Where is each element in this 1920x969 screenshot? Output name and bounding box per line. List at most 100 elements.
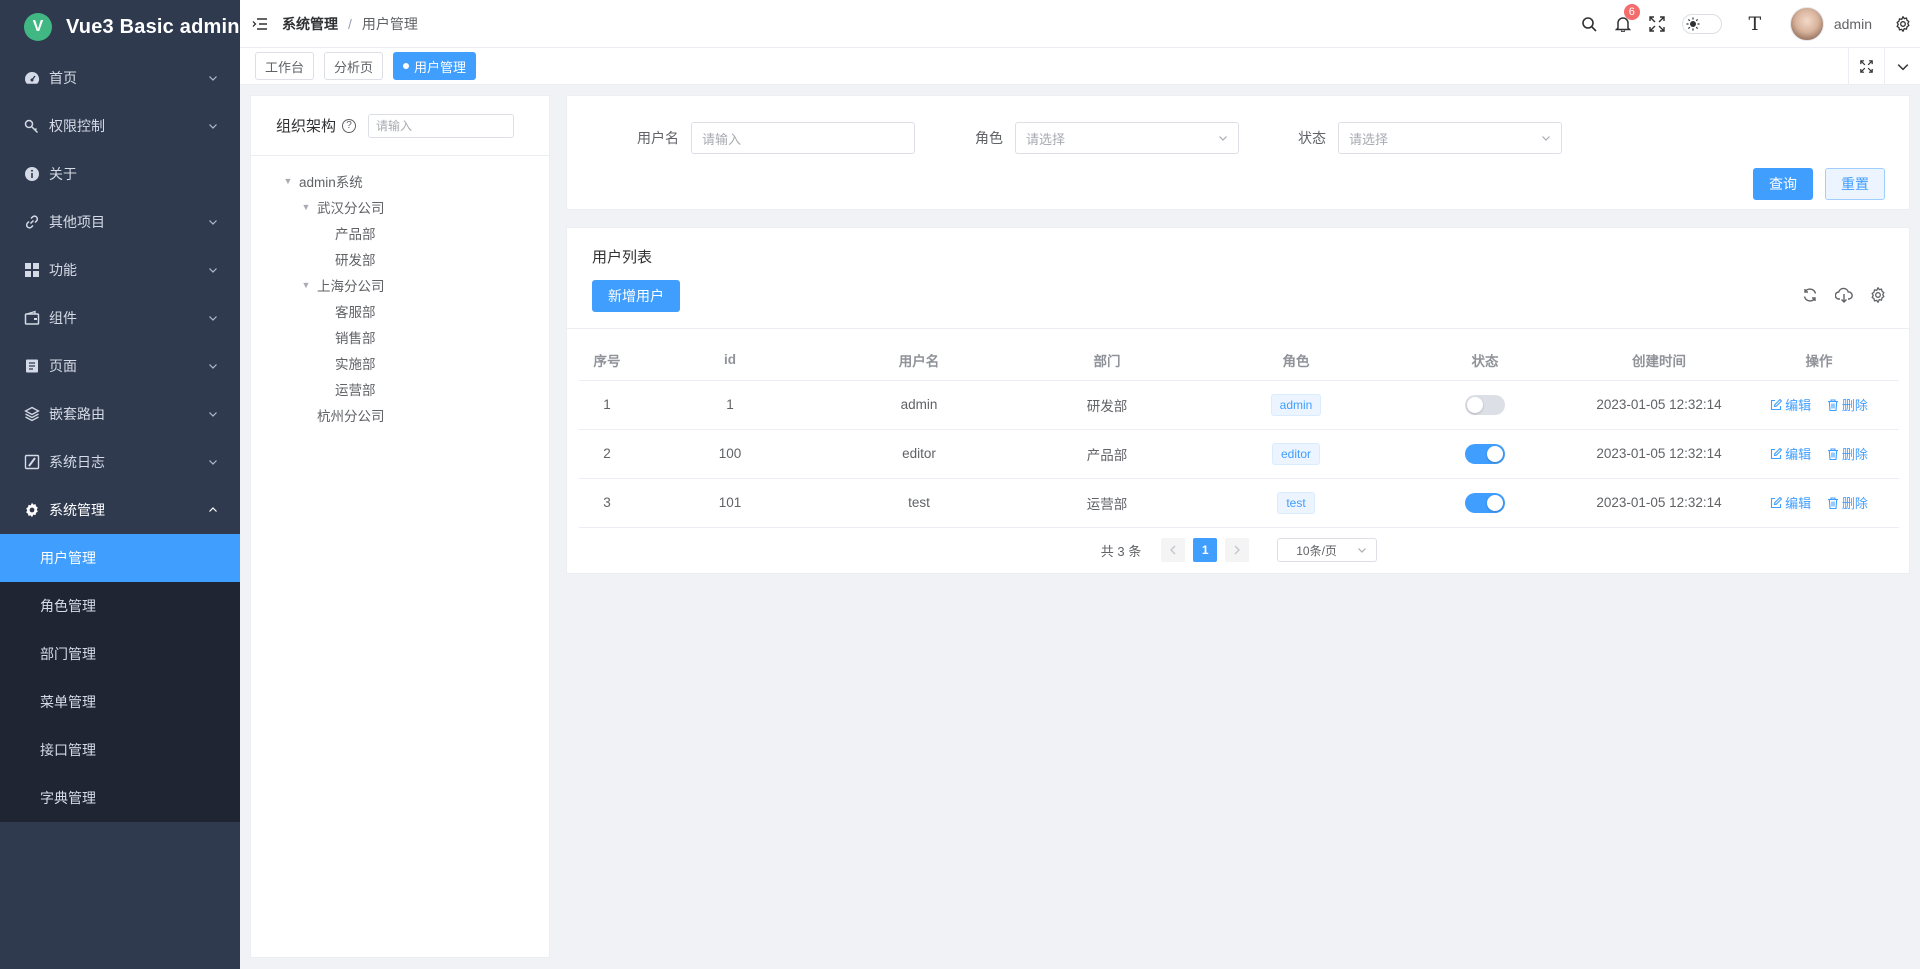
sub-item-role-management[interactable]: 角色管理: [0, 582, 240, 630]
chevron-down-icon: [209, 220, 217, 225]
sub-item-dict-management[interactable]: 字典管理: [0, 774, 240, 822]
sub-item-dept-management[interactable]: 部门管理: [0, 630, 240, 678]
tree-node[interactable]: 销售部: [251, 324, 549, 350]
cell-username: admin: [825, 380, 1013, 430]
tree-node[interactable]: 实施部: [251, 350, 549, 376]
help-icon[interactable]: ?: [342, 118, 357, 133]
menu-label: 页面: [49, 358, 77, 374]
status-switch[interactable]: [1465, 443, 1505, 464]
tree-node[interactable]: ▼ 武汉分公司: [251, 194, 549, 220]
menu-components[interactable]: 组件: [0, 294, 240, 342]
refresh-icon[interactable]: [1801, 286, 1819, 304]
reset-button[interactable]: 重置: [1825, 168, 1885, 200]
cell-role: admin: [1201, 380, 1391, 430]
cell-index: 3: [579, 478, 635, 528]
chevron-down-icon: [209, 268, 217, 273]
cell-actions: 编辑 删除: [1739, 429, 1899, 479]
delete-label: 删除: [1841, 496, 1868, 511]
tab-workbench[interactable]: 工作台: [255, 52, 315, 80]
tree-node[interactable]: 客服部: [251, 298, 549, 324]
cell-role: test: [1201, 478, 1391, 528]
tree-node[interactable]: 运营部: [251, 376, 549, 402]
menu-fold-icon[interactable]: [252, 16, 268, 32]
caret-down-icon[interactable]: ▼: [281, 174, 295, 188]
tree-node-label: 实施部: [335, 357, 376, 372]
sub-item-api-management[interactable]: 接口管理: [0, 726, 240, 774]
tab-analysis[interactable]: 分析页: [324, 52, 384, 80]
menu-system-management[interactable]: 系统管理: [0, 486, 240, 534]
search-button[interactable]: [1572, 0, 1606, 48]
next-page-button[interactable]: [1225, 538, 1250, 562]
sub-item-menu-management[interactable]: 菜单管理: [0, 678, 240, 726]
tree-node[interactable]: ▼ 上海分公司: [251, 272, 549, 298]
username-field: 用户名 请输入: [637, 122, 915, 154]
settings-button[interactable]: [1886, 0, 1920, 48]
cloud-download-icon[interactable]: [1835, 286, 1853, 304]
col-username: 用户名: [825, 340, 1013, 381]
tree-search-input[interactable]: [368, 113, 515, 138]
tree-node[interactable]: 研发部: [251, 246, 549, 272]
org-tree-title: 组织架构: [276, 118, 337, 135]
tab-more-button[interactable]: [1884, 48, 1920, 85]
username-input[interactable]: 请输入: [691, 122, 915, 154]
caret-down-icon[interactable]: ▼: [299, 200, 313, 214]
menu-label: 系统日志: [49, 454, 105, 470]
role-label: 角色: [975, 130, 1003, 146]
sub-item-user-management[interactable]: 用户管理: [0, 534, 240, 582]
menu-features[interactable]: 功能: [0, 246, 240, 294]
role-field: 角色 请选择: [975, 122, 1239, 154]
delete-button[interactable]: 删除: [1827, 395, 1868, 414]
tree-node[interactable]: 杭州分公司: [251, 402, 549, 428]
chevron-down-icon: [209, 364, 217, 369]
chevron-down-icon: [1219, 136, 1227, 141]
breadcrumb-item-system[interactable]: 系统管理: [282, 16, 338, 32]
menu-pages[interactable]: 页面: [0, 342, 240, 390]
status-switch[interactable]: [1465, 394, 1505, 415]
tree-node[interactable]: ▼ admin系统: [251, 168, 549, 194]
cell-role: editor: [1201, 429, 1391, 479]
menu-nested-routes[interactable]: 嵌套路由: [0, 390, 240, 438]
search-form: 用户名 请输入 角色 请选择 状态 请选择 查询 重置: [566, 95, 1910, 210]
fullscreen-button[interactable]: [1640, 0, 1674, 48]
edit-button[interactable]: 编辑: [1770, 395, 1811, 414]
prev-page-button[interactable]: [1161, 538, 1186, 562]
add-user-button[interactable]: 新增用户: [592, 280, 680, 312]
menu-other-projects[interactable]: 其他项目: [0, 198, 240, 246]
notification-badge: 6: [1623, 4, 1640, 20]
menu-about[interactable]: 关于: [0, 150, 240, 198]
org-tree-panel: 组织架构 ? ▼ admin系统 ▼ 武汉分公司 产品部 研发部 ▼ 上海分公司 客服…: [250, 95, 550, 958]
delete-button[interactable]: 删除: [1827, 493, 1868, 512]
delete-button[interactable]: 删除: [1827, 444, 1868, 463]
tab-user-management[interactable]: 用户管理: [393, 52, 477, 80]
menu-home[interactable]: 首页: [0, 54, 240, 102]
edit-label: 编辑: [1785, 496, 1812, 511]
app-logo[interactable]: V Vue3 Basic admin: [0, 0, 240, 54]
tab-fullscreen-button[interactable]: [1848, 48, 1884, 85]
menu-system-log[interactable]: 系统日志: [0, 438, 240, 486]
edit-label: 编辑: [1785, 398, 1812, 413]
chevron-down-icon: [209, 124, 217, 129]
theme-switch[interactable]: [1681, 14, 1722, 34]
notification-button[interactable]: 6: [1606, 0, 1640, 48]
menu-label: 嵌套路由: [49, 406, 105, 422]
caret-down-icon[interactable]: ▼: [299, 278, 313, 292]
edit-button[interactable]: 编辑: [1770, 444, 1811, 463]
col-role: 角色: [1201, 340, 1391, 381]
chevron-down-icon: [1542, 136, 1550, 141]
page-icon: [24, 358, 40, 374]
edit-button[interactable]: 编辑: [1770, 493, 1811, 512]
menu-permission[interactable]: 权限控制: [0, 102, 240, 150]
font-size-button[interactable]: T: [1738, 0, 1772, 48]
role-select[interactable]: 请选择: [1015, 122, 1239, 154]
status-switch[interactable]: [1465, 492, 1505, 513]
status-select[interactable]: 请选择: [1338, 122, 1562, 154]
menu-label: 首页: [49, 70, 77, 86]
tree-node[interactable]: 产品部: [251, 220, 549, 246]
gear-icon[interactable]: [1869, 286, 1887, 304]
cell-created: 2023-01-05 12:32:14: [1579, 380, 1739, 430]
user-menu[interactable]: admin: [1789, 7, 1872, 41]
switch-knob: [1487, 494, 1503, 511]
page-size-select[interactable]: 10条/页: [1277, 538, 1378, 562]
query-button[interactable]: 查询: [1753, 168, 1813, 200]
page-button-current[interactable]: 1: [1193, 538, 1218, 562]
